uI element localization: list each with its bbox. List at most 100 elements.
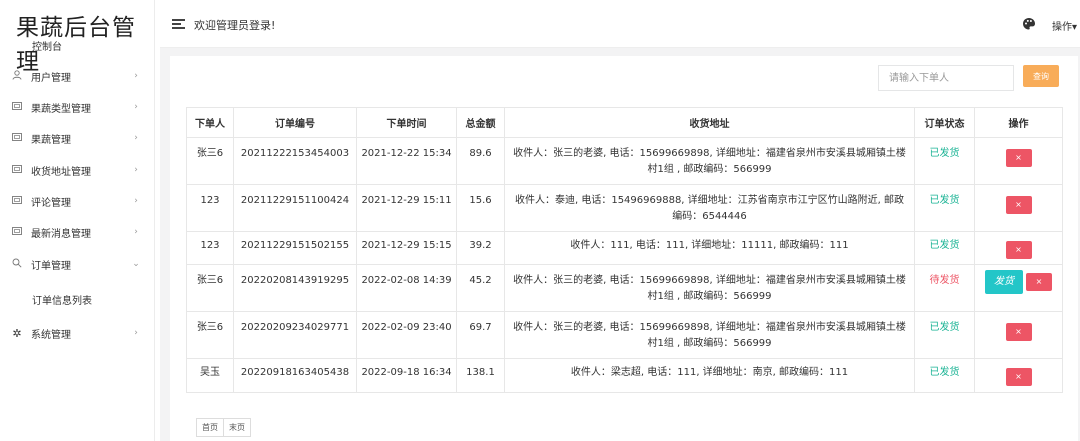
cell-time: 2021-12-22 15:34 (356, 137, 457, 185)
delete-button[interactable]: × (1026, 273, 1052, 291)
column-header: 操作 (974, 107, 1063, 138)
column-header: 下单时间 (356, 107, 457, 138)
sidebar-item-dashboard[interactable]: 控制台 (32, 38, 62, 53)
cell-order-no: 20220209234029771 (233, 311, 357, 359)
cell-address: 收件人：张三的老婆, 电话：15699669898, 详细地址：福建省泉州市安溪… (504, 311, 915, 359)
chevron-down-icon: ⌄ (132, 259, 140, 269)
chevron-right-icon: › (134, 102, 138, 112)
cell-user: 123 (186, 184, 234, 232)
chevron-right-icon: › (134, 71, 138, 81)
chevron-right-icon: › (134, 133, 138, 143)
app-root: 果蔬后台管理 控制台 用户管理 › 果蔬类型管理 › 果蔬管理 › 收货地址管理… (0, 0, 1080, 441)
cell-user: 张三6 (186, 264, 234, 312)
sidebar-item-label: 最新消息管理 (31, 228, 91, 240)
cell-amount: 45.2 (456, 264, 505, 312)
chevron-right-icon: › (134, 328, 138, 338)
sidebar-item-fruits[interactable]: 果蔬管理 › (0, 128, 155, 148)
cell-actions: 发货 × (974, 264, 1063, 312)
menu-toggle-icon[interactable] (172, 19, 185, 29)
user-icon (10, 69, 24, 83)
cell-order-no: 20211222153454003 (233, 137, 357, 185)
sidebar-item-label: 订单管理 (31, 260, 71, 272)
cell-address: 收件人：张三的老婆, 电话：15699669898, 详细地址：福建省泉州市安溪… (504, 137, 915, 185)
main-content: 查询 下单人 订单编号 下单时间 总金额 收货地址 订单状态 操作 (160, 48, 1080, 441)
delete-button[interactable]: × (1005, 368, 1032, 386)
delete-button[interactable]: × (1005, 196, 1032, 214)
sidebar-item-news[interactable]: 最新消息管理 › (0, 222, 155, 242)
folder-icon (10, 195, 24, 207)
cell-actions: × (974, 231, 1063, 265)
delete-button[interactable]: × (1005, 323, 1032, 341)
operations-dropdown[interactable]: 操作▾ (1052, 18, 1077, 33)
folder-icon (10, 132, 24, 144)
cell-amount: 69.7 (456, 311, 505, 359)
cell-order-no: 20211229151502155 (233, 231, 357, 265)
cell-time: 2022-02-09 23:40 (356, 311, 457, 359)
cell-user: 123 (186, 231, 234, 265)
cell-actions: × (974, 184, 1063, 232)
cell-address: 收件人：张三的老婆, 电话：15699669898, 详细地址：福建省泉州市安溪… (504, 264, 915, 312)
cell-order-no: 20211229151100424 (233, 184, 357, 232)
cell-order-no: 20220918163405438 (233, 358, 357, 393)
column-header: 订单状态 (914, 107, 975, 138)
folder-icon (10, 101, 24, 113)
sidebar-item-addresses[interactable]: 收货地址管理 › (0, 160, 155, 180)
folder-icon (10, 164, 24, 176)
sidebar-item-comments[interactable]: 评论管理 › (0, 191, 155, 211)
cell-address: 收件人：梁志超, 电话：111, 详细地址：南京, 邮政编码：111 (504, 358, 915, 393)
folder-icon (10, 226, 24, 238)
status-badge: 已发货 (914, 358, 975, 393)
cell-actions: × (974, 311, 1063, 359)
status-badge: 已发货 (914, 184, 975, 232)
search-input[interactable] (878, 65, 1014, 91)
cell-amount: 138.1 (456, 358, 505, 393)
sidebar-item-label: 收货地址管理 (31, 166, 91, 178)
sidebar-item-fruit-types[interactable]: 果蔬类型管理 › (0, 97, 155, 117)
delete-button[interactable]: × (1005, 149, 1032, 167)
status-badge: 已发货 (914, 137, 975, 185)
cell-amount: 39.2 (456, 231, 505, 265)
table-header-row: 下单人 订单编号 下单时间 总金额 收货地址 订单状态 操作 (186, 107, 1063, 138)
search-icon (10, 258, 24, 271)
palette-icon[interactable] (1022, 16, 1036, 30)
cell-amount: 15.6 (456, 184, 505, 232)
sidebar-item-label: 果蔬管理 (31, 134, 71, 146)
sidebar: 果蔬后台管理 控制台 用户管理 › 果蔬类型管理 › 果蔬管理 › 收货地址管理… (0, 0, 155, 441)
sidebar-item-users[interactable]: 用户管理 › (0, 66, 155, 86)
column-header: 收货地址 (504, 107, 915, 138)
sidebar-item-system[interactable]: ✲ 系统管理 › (0, 323, 155, 343)
chevron-right-icon: › (134, 196, 138, 206)
column-header: 订单编号 (233, 107, 357, 138)
cell-time: 2022-02-08 14:39 (356, 264, 457, 312)
cell-time: 2021-12-29 15:11 (356, 184, 457, 232)
delete-button[interactable]: × (1005, 241, 1032, 259)
column-header: 下单人 (186, 107, 234, 138)
first-page-button[interactable]: 首页 (196, 418, 224, 437)
sidebar-item-label: 系统管理 (31, 329, 71, 341)
status-badge: 已发货 (914, 231, 975, 265)
status-badge: 已发货 (914, 311, 975, 359)
pagination: 首页 末页 (196, 418, 251, 437)
top-bar: 欢迎管理员登录! 操作▾ (160, 0, 1080, 48)
table-row: 张三6 20220208143919295 2022-02-08 14:39 4… (186, 264, 1063, 312)
cell-actions: × (974, 137, 1063, 185)
table-row: 123 20211229151502155 2021-12-29 15:15 3… (186, 231, 1063, 265)
search-button[interactable]: 查询 (1023, 65, 1059, 87)
table-row: 张三6 20220209234029771 2022-02-09 23:40 6… (186, 311, 1063, 359)
cell-user: 张三6 (186, 137, 234, 185)
orders-table: 下单人 订单编号 下单时间 总金额 收货地址 订单状态 操作 张三6 20211… (186, 107, 1063, 393)
order-panel: 查询 下单人 订单编号 下单时间 总金额 收货地址 订单状态 操作 (170, 56, 1078, 441)
welcome-text: 欢迎管理员登录! (194, 19, 276, 32)
cell-order-no: 20220208143919295 (233, 264, 357, 312)
sidebar-item-label: 果蔬类型管理 (31, 103, 91, 115)
cell-user: 张三6 (186, 311, 234, 359)
ship-button[interactable]: 发货 (985, 270, 1023, 294)
cell-time: 2022-09-18 16:34 (356, 358, 457, 393)
sidebar-item-orders[interactable]: 订单管理 ⌄ (0, 254, 155, 274)
sidebar-item-label: 评论管理 (31, 197, 71, 209)
status-badge: 待发货 (914, 264, 975, 312)
sidebar-item-label: 用户管理 (31, 72, 71, 84)
last-page-button[interactable]: 末页 (223, 418, 251, 437)
table-row: 张三6 20211222153454003 2021-12-22 15:34 8… (186, 137, 1063, 185)
sidebar-subitem-order-list[interactable]: 订单信息列表 (32, 292, 92, 307)
